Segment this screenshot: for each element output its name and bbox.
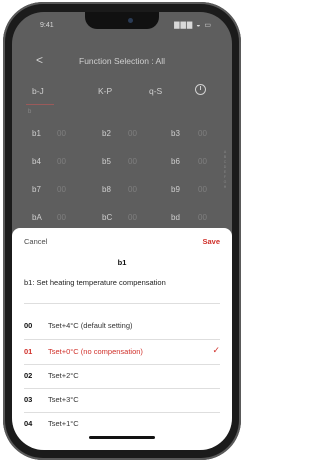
option-number: 01 bbox=[24, 347, 33, 356]
function-value: 00 bbox=[57, 185, 66, 194]
alphabet-scroll-index[interactable]: A B C D E F G H bbox=[223, 150, 227, 190]
option-label: Tset+2°C bbox=[48, 371, 79, 380]
checkmark-icon: ✓ bbox=[212, 345, 220, 355]
sheet-description: b1: Set heating temperature compensation bbox=[24, 278, 166, 287]
function-code[interactable]: bC bbox=[102, 213, 112, 222]
divider bbox=[24, 339, 220, 340]
divider bbox=[24, 412, 220, 413]
function-value: 00 bbox=[128, 213, 137, 222]
function-value: 00 bbox=[128, 185, 137, 194]
option-number: 03 bbox=[24, 395, 33, 404]
function-value: 00 bbox=[128, 157, 137, 166]
function-grid: b1 00 b2 00 b3 00 b4 00 b5 00 b6 00 b7 0… bbox=[12, 119, 232, 231]
option-number: 02 bbox=[24, 371, 33, 380]
function-code[interactable]: bd bbox=[171, 213, 180, 222]
tab-k-p[interactable]: K-P bbox=[98, 86, 112, 96]
option-label: Tset+1°C bbox=[48, 419, 79, 428]
function-code[interactable]: b7 bbox=[32, 185, 41, 194]
function-code[interactable]: b3 bbox=[171, 129, 180, 138]
option-label: Tset+3°C bbox=[48, 395, 79, 404]
option-item[interactable]: 04 Tset+1°C bbox=[24, 414, 220, 434]
option-item-selected[interactable]: 01 Tset+0°C (no compensation) ✓ bbox=[24, 342, 220, 362]
function-code[interactable]: b1 bbox=[32, 129, 41, 138]
sheet-function-code: b1 bbox=[117, 258, 127, 267]
function-code[interactable]: bA bbox=[32, 213, 42, 222]
divider bbox=[24, 303, 220, 304]
active-tab-indicator bbox=[26, 104, 54, 105]
nav-bar: < Function Selection : All bbox=[12, 48, 232, 70]
function-value: 00 bbox=[57, 129, 66, 138]
option-number: 00 bbox=[24, 321, 33, 330]
tab-bar: b-J K-P q-S bbox=[12, 82, 232, 106]
function-value: 00 bbox=[198, 157, 207, 166]
function-code[interactable]: b9 bbox=[171, 185, 180, 194]
divider bbox=[24, 388, 220, 389]
function-code[interactable]: b2 bbox=[102, 129, 111, 138]
function-value: 00 bbox=[198, 129, 207, 138]
status-time: 9:41 bbox=[40, 22, 54, 29]
function-code[interactable]: b8 bbox=[102, 185, 111, 194]
grid-row: b7 00 b8 00 b9 00 bbox=[12, 175, 232, 203]
option-item[interactable]: 00 Tset+4°C (default setting) bbox=[24, 316, 220, 336]
tab-q-s[interactable]: q-S bbox=[149, 86, 162, 96]
signal-wifi-battery-icon: ▇▇▇ ◒ ▭ bbox=[174, 22, 212, 29]
function-value: 00 bbox=[57, 157, 66, 166]
option-label: Tset+0°C (no compensation) bbox=[48, 347, 143, 356]
grid-row: b4 00 b5 00 b6 00 bbox=[12, 147, 232, 175]
clock-icon[interactable] bbox=[195, 84, 206, 95]
camera-icon bbox=[128, 18, 133, 23]
function-value: 00 bbox=[198, 213, 207, 222]
function-value: 00 bbox=[198, 185, 207, 194]
home-indicator[interactable] bbox=[89, 436, 155, 439]
grid-row: bA 00 bC 00 bd 00 bbox=[12, 203, 232, 231]
function-code[interactable]: b6 bbox=[171, 157, 180, 166]
save-button[interactable]: Save bbox=[202, 237, 220, 246]
cancel-button[interactable]: Cancel bbox=[24, 237, 47, 246]
option-label: Tset+4°C (default setting) bbox=[48, 321, 133, 330]
section-label: b bbox=[28, 109, 32, 115]
option-item[interactable]: 03 Tset+3°C bbox=[24, 390, 220, 410]
phone-frame: 9:41 ▇▇▇ ◒ ▭ < Function Selection : All … bbox=[3, 2, 241, 460]
divider bbox=[24, 364, 220, 365]
function-value: 00 bbox=[57, 213, 66, 222]
function-value: 00 bbox=[128, 129, 137, 138]
grid-row: b1 00 b2 00 b3 00 bbox=[12, 119, 232, 147]
option-number: 04 bbox=[24, 419, 33, 428]
notch bbox=[85, 12, 159, 29]
status-bar: 9:41 ▇▇▇ ◒ ▭ bbox=[12, 12, 232, 36]
function-code[interactable]: b4 bbox=[32, 157, 41, 166]
screen: 9:41 ▇▇▇ ◒ ▭ < Function Selection : All … bbox=[12, 12, 232, 450]
page-title: Function Selection : All bbox=[79, 56, 165, 66]
bottom-sheet: Cancel Save b1 b1: Set heating temperatu… bbox=[12, 228, 232, 450]
function-code[interactable]: b5 bbox=[102, 157, 111, 166]
tab-b-j[interactable]: b-J bbox=[32, 86, 44, 96]
option-item[interactable]: 02 Tset+2°C bbox=[24, 366, 220, 386]
